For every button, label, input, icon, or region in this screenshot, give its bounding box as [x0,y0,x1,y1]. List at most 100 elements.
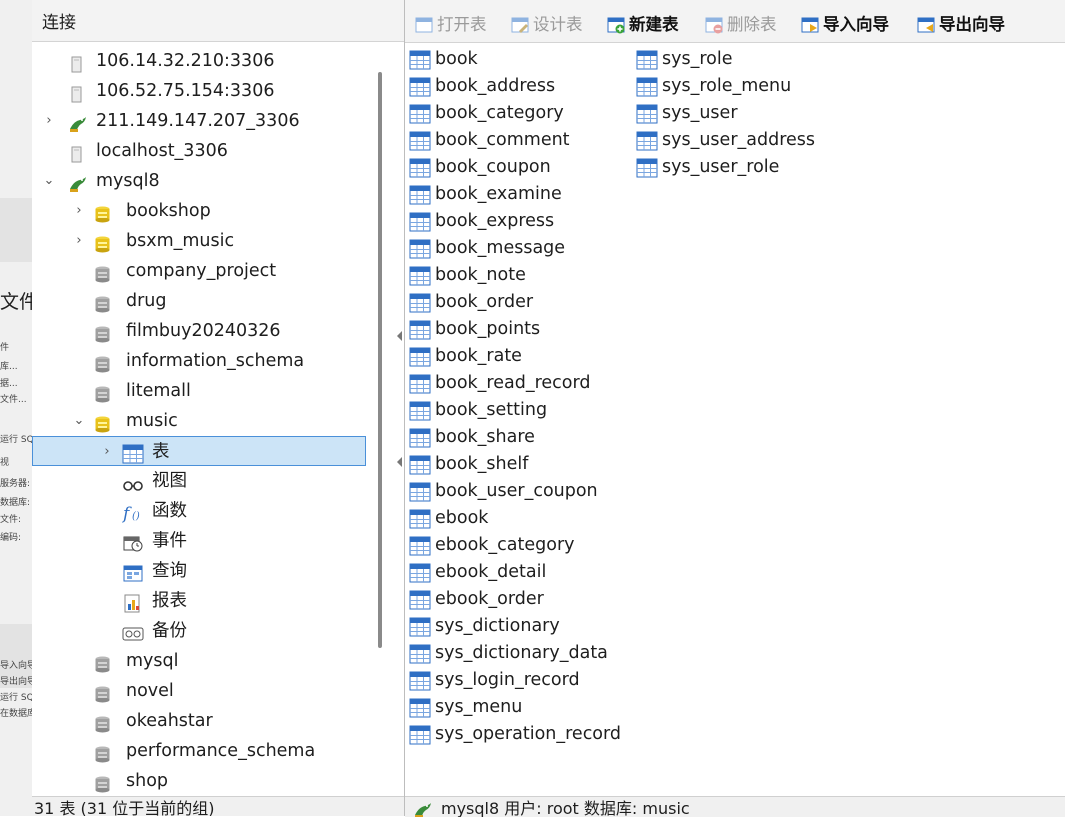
table-name: book_order [435,292,534,312]
tree-node-information-schema[interactable]: information_schema [32,346,404,376]
table-name: ebook_category [435,535,575,555]
tree-node-label: music [126,411,178,431]
object-panel: 打开表 设计表 新建表 删除表 导入向导 导出向导 book book_addressboo… [405,0,1065,817]
tree-node-label: 查询 [152,561,187,581]
table-icon [409,347,431,367]
tree-node-label: information_schema [126,351,305,371]
chevron-right-icon[interactable]: › [42,106,56,136]
tree-node-views[interactable]: 视图 [32,466,404,496]
table-name: book_express [435,211,555,231]
tree-scrollbar[interactable] [378,72,382,648]
table-name: ebook_order [435,589,544,609]
splitter-collapse-handle[interactable] [396,455,404,471]
tree-node-bsxm-music[interactable]: › bsxm_music [32,226,404,256]
connection-dolphin-icon [413,801,433,817]
tree-node-label: mysql [126,651,179,671]
svg-text:f: f [122,504,132,523]
tree-node-label: 报表 [152,591,187,611]
table-icon [409,698,431,718]
tree-node-novel[interactable]: novel [32,676,404,706]
tree-node-backups[interactable]: 备份 [32,616,404,646]
table-icon [409,482,431,502]
tree-node-company-project[interactable]: company_project [32,256,404,286]
table-icon [636,131,658,151]
table-icon [409,590,431,610]
table-name: sys_user [662,103,738,123]
table-icon [409,293,431,313]
tree-node-performance-schema[interactable]: performance_schema [32,736,404,766]
tree-node-drug[interactable]: drug [32,286,404,316]
chevron-down-icon[interactable]: ⌄ [72,406,86,436]
table-icon [636,77,658,97]
tree-node-106-14-32-210-3306[interactable]: 106.14.32.210:3306 [32,46,404,76]
table-name: book_address [435,76,556,96]
table-name: sys_user_role [662,157,780,177]
connection-status-text: mysql8 用户: root 数据库: music [441,799,690,817]
table-icon [409,239,431,259]
table-icon [409,428,431,448]
table-name: book_coupon [435,157,551,177]
tree-node-mysql8[interactable]: ⌄ mysql8 [32,166,404,196]
tree-node-shop[interactable]: shop [32,766,404,796]
tree-node-localhost-3306[interactable]: localhost_3306 [32,136,404,166]
chevron-right-icon[interactable]: › [100,437,114,467]
database-open-icon [94,413,111,433]
connections-panel: 连接 106.14.32.210:3306 106.52.75.154:3306 ›… [32,0,405,816]
background-fragment-text: 导出向导 [0,677,33,687]
background-fragment-text: 文件... [0,395,27,405]
tree-node-music[interactable]: ⌄ music [32,406,404,436]
tree-node-filmbuy20240326[interactable]: filmbuy20240326 [32,316,404,346]
table-name: book_share [435,427,535,447]
table-icon [409,401,431,421]
background-fragment-text: 运行 SQL [0,435,33,445]
background-window-fragment: 文件 件库... 据... 文件... 运行 SQL 视服务器: 数据库: 文件: 编码: 导入… [0,0,33,816]
tree-node-211-149-147-207-3306[interactable]: › 211.149.147.207_3306 [32,106,404,136]
table-icon [409,158,431,178]
server-file-icon [68,53,85,73]
splitter-collapse-handle[interactable] [396,329,404,345]
background-big-text: 文件 [0,291,32,313]
background-band [0,198,32,262]
table-name: book_rate [435,346,522,366]
tree-node-label: 211.149.147.207_3306 [96,111,300,131]
tree-node-mysql[interactable]: mysql [32,646,404,676]
table-icon [409,131,431,151]
queries-node-icon [122,563,143,582]
tree-node-106-52-75-154-3306[interactable]: 106.52.75.154:3306 [32,76,404,106]
table-name: sys_role [662,49,733,69]
tree-node-bookshop[interactable]: › bookshop [32,196,404,226]
table-name: book [435,49,478,69]
background-fragment-text: 视 [0,458,10,468]
chevron-right-icon[interactable]: › [72,196,86,226]
database-closed-icon [94,683,111,703]
tree-node-okeahstar[interactable]: okeahstar [32,706,404,736]
tree-node-label: mysql8 [96,171,160,191]
database-closed-icon [94,353,111,373]
chevron-right-icon[interactable]: › [72,226,86,256]
tree-node-tables[interactable]: › 表 [32,436,366,466]
object-toolbar: 打开表 设计表 新建表 删除表 导入向导 导出向导 [405,0,1065,43]
database-closed-icon [94,383,111,403]
tree-node-events[interactable]: 事件 [32,526,404,556]
background-fragment-text: 在数据库 [0,709,33,719]
table-name: book_setting [435,400,548,420]
tree-node-reports[interactable]: 报表 [32,586,404,616]
tree-node-litemall[interactable]: litemall [32,376,404,406]
database-closed-icon [94,773,111,793]
chevron-down-icon[interactable]: ⌄ [42,166,56,196]
table-icon [409,320,431,340]
tree-node-functions[interactable]: f() 函数 [32,496,404,526]
database-closed-icon [94,653,111,673]
tree-node-queries[interactable]: 查询 [32,556,404,586]
background-fragment-text: 运行 SQL [0,693,33,703]
